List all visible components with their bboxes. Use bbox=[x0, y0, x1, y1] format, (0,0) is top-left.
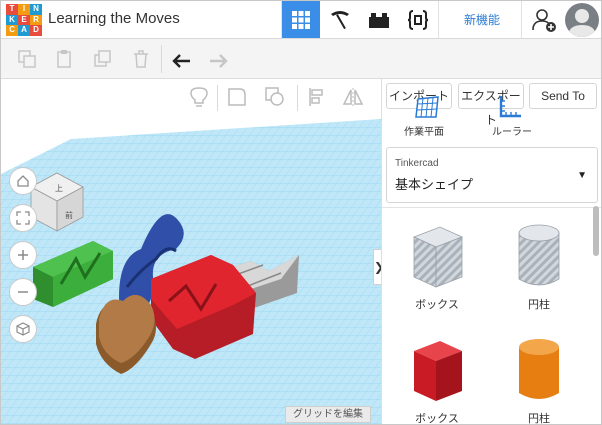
duplicate-icon bbox=[94, 50, 111, 67]
shape-box-gray[interactable]: ボックス bbox=[392, 219, 482, 312]
striped-cylinder-icon bbox=[518, 224, 560, 286]
plus-icon bbox=[18, 250, 28, 260]
shape-library-dropdown[interactable]: Tinkercad 基本シェイプ ▼ bbox=[386, 147, 598, 203]
shape-label: 円柱 bbox=[528, 299, 550, 311]
zoom-in-button[interactable] bbox=[9, 241, 37, 269]
align-icon bbox=[309, 88, 323, 106]
workplane-label: 作業平面 bbox=[404, 127, 444, 138]
delete-button[interactable] bbox=[127, 45, 155, 73]
view-controls bbox=[9, 167, 39, 352]
shape-tools-toolbar bbox=[179, 79, 381, 115]
ruler-icon bbox=[499, 96, 521, 118]
new-features-button[interactable]: 新機能 bbox=[451, 1, 513, 38]
undo-button[interactable] bbox=[167, 45, 195, 73]
ruler-label: ルーラー bbox=[492, 127, 532, 138]
send-to-button[interactable]: Send To bbox=[529, 83, 597, 109]
3d-workplane-viewport[interactable]: 上 前 グリッドを編集 bbox=[1, 79, 381, 424]
avatar[interactable] bbox=[565, 3, 599, 37]
ruler-tool[interactable] bbox=[498, 93, 524, 124]
paste-icon bbox=[57, 50, 71, 68]
shape-label: ボックス bbox=[415, 413, 459, 425]
divider bbox=[438, 1, 439, 38]
divider bbox=[217, 85, 218, 111]
red-box-icon bbox=[414, 341, 462, 401]
view-cube-top-label: 上 bbox=[55, 184, 63, 193]
avatar-silhouette-icon bbox=[568, 9, 596, 37]
grid-view-icon bbox=[292, 10, 310, 29]
right-panel: インポート エクスポート Send To 作業平面 ルーラー Tinkercad… bbox=[381, 79, 601, 424]
grid-view-button[interactable] bbox=[282, 1, 320, 38]
mirror-button[interactable] bbox=[339, 83, 367, 111]
duplicate-button[interactable] bbox=[89, 45, 117, 73]
view-cube-front-label: 前 bbox=[65, 210, 73, 220]
perspective-button[interactable] bbox=[9, 315, 37, 343]
note-button[interactable] bbox=[185, 83, 213, 111]
add-user-button[interactable] bbox=[525, 1, 563, 38]
align-button[interactable] bbox=[303, 83, 331, 111]
minus-icon bbox=[18, 291, 28, 293]
shape-cylinder-orange[interactable]: 円柱 bbox=[494, 333, 584, 425]
logo-letter: T bbox=[6, 4, 18, 15]
logo-letter: K bbox=[6, 14, 18, 26]
library-name: 基本シェイプ bbox=[395, 177, 474, 192]
divider bbox=[521, 1, 522, 38]
code-blocks-icon bbox=[407, 9, 429, 30]
library-source-label: Tinkercad bbox=[395, 158, 439, 169]
zoom-out-button[interactable] bbox=[9, 278, 37, 306]
redo-button[interactable] bbox=[205, 45, 233, 73]
logo-letter: D bbox=[30, 25, 42, 36]
fit-view-icon bbox=[16, 211, 30, 225]
edit-grid-button[interactable]: グリッドを編集 bbox=[285, 406, 371, 423]
group-icon bbox=[228, 88, 246, 106]
workplane-tool[interactable] bbox=[414, 95, 440, 124]
tinkercad-logo[interactable]: T I N K E R C A D bbox=[6, 4, 42, 36]
cube-icon bbox=[16, 322, 30, 336]
code-blocks-button[interactable] bbox=[399, 1, 437, 38]
hole-icon bbox=[265, 87, 284, 106]
undo-icon bbox=[172, 54, 190, 68]
logo-letter: R bbox=[30, 14, 42, 26]
fit-view-button[interactable] bbox=[9, 204, 37, 232]
home-icon bbox=[17, 175, 29, 187]
orange-cylinder-icon bbox=[519, 339, 559, 399]
copy-icon bbox=[18, 50, 36, 68]
logo-letter: E bbox=[18, 14, 30, 26]
light-bulb-icon bbox=[190, 87, 208, 107]
bricks-icon bbox=[369, 12, 389, 28]
delete-icon bbox=[134, 50, 148, 68]
bricks-button[interactable] bbox=[360, 1, 398, 38]
edit-toolbar bbox=[1, 39, 601, 79]
workplane-icon bbox=[415, 96, 439, 118]
pickaxe-icon bbox=[331, 10, 349, 29]
logo-letter: A bbox=[18, 25, 30, 36]
group-button[interactable] bbox=[223, 83, 251, 111]
shape-label: ボックス bbox=[415, 299, 459, 311]
top-header: T I N K E R C A D Learning the Moves 新機能 bbox=[1, 1, 601, 39]
design-title[interactable]: Learning the Moves bbox=[48, 10, 180, 27]
workplane-canvas: 上 前 bbox=[1, 119, 381, 424]
shape-box-red[interactable]: ボックス bbox=[392, 333, 482, 425]
divider bbox=[161, 45, 162, 73]
redo-icon bbox=[210, 54, 228, 68]
panel-scrollbar[interactable] bbox=[593, 206, 599, 256]
striped-box-icon bbox=[412, 226, 464, 288]
logo-letter: C bbox=[6, 25, 18, 36]
chevron-down-icon: ▼ bbox=[577, 170, 587, 181]
add-user-icon bbox=[532, 8, 556, 32]
logo-letter: N bbox=[30, 4, 42, 15]
paste-button[interactable] bbox=[51, 45, 79, 73]
mirror-icon bbox=[342, 88, 364, 106]
build-button[interactable] bbox=[321, 1, 359, 38]
app-window: T I N K E R C A D Learning the Moves 新機能… bbox=[0, 0, 602, 425]
copy-button[interactable] bbox=[13, 45, 41, 73]
shape-cylinder-gray[interactable]: 円柱 bbox=[494, 219, 584, 312]
divider bbox=[297, 85, 298, 111]
shape-label: 円柱 bbox=[528, 413, 550, 425]
hole-button[interactable] bbox=[261, 83, 289, 111]
home-view-button[interactable] bbox=[9, 167, 37, 195]
logo-letter: I bbox=[18, 4, 30, 15]
divider bbox=[382, 207, 601, 208]
